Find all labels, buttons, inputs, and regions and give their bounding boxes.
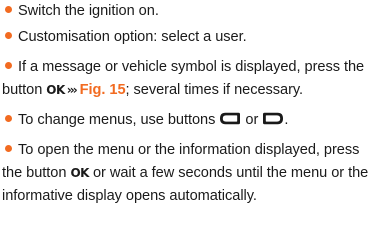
bullet-icon	[5, 145, 12, 152]
ok-button-symbol: OK	[46, 83, 65, 97]
bullet-icon	[5, 62, 12, 69]
button-right-icon	[263, 112, 284, 125]
instruction-list: Switch the ignition on. Customisation op…	[2, 0, 370, 208]
button-left-icon	[220, 112, 241, 125]
step-text: Customisation option: select a user.	[18, 29, 247, 45]
step-text-end: ; several times if necessary.	[125, 82, 304, 98]
step-message-symbol: If a message or vehicle symbol is displa…	[2, 56, 370, 102]
step-text: To change menus, use buttons	[18, 112, 216, 128]
step-text: Switch the ignition on.	[18, 3, 159, 19]
bullet-icon	[5, 6, 12, 13]
ok-button-symbol: OK	[70, 166, 89, 180]
bullet-icon	[5, 115, 12, 122]
step-select-user: Customisation option: select a user.	[2, 26, 370, 49]
bullet-icon	[5, 32, 12, 39]
step-text-end: .	[284, 112, 289, 128]
step-open-menu: To open the menu or the information disp…	[2, 139, 370, 208]
figure-reference-link[interactable]: Fig. 15	[80, 82, 126, 98]
arrow-reference: ›››	[66, 83, 78, 97]
step-ignition: Switch the ignition on.	[2, 0, 370, 23]
step-text-or: or	[245, 112, 259, 128]
step-change-menus: To change menus, use buttons or .	[2, 109, 370, 132]
